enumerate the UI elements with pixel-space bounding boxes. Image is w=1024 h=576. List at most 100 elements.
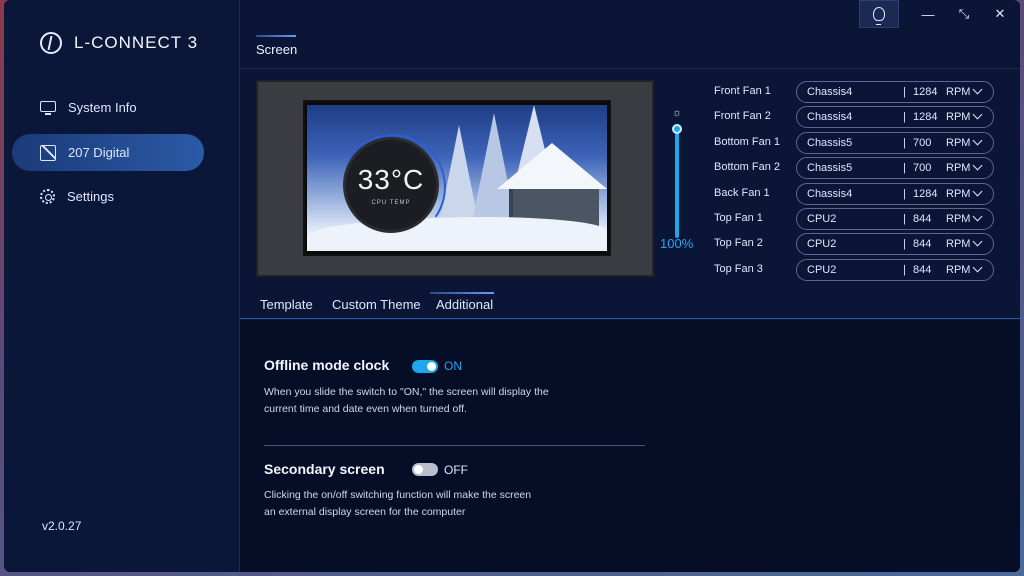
sidebar: L-CONNECT 3 System Info 207 Digital Sett… [4,0,240,572]
chevron-down-icon [972,135,983,146]
secondary-screen-toggle[interactable] [412,463,438,476]
description-line: an external display screen for the compu… [264,506,466,518]
fan-source-dropdown[interactable]: CPU2 | 844 RPM [796,233,994,256]
fan-label: Top Fan 1 [714,212,763,224]
screen-icon [40,144,56,161]
cpu-temp-gauge: 33°C CPU TEMP [331,125,455,249]
fan-source-dropdown[interactable]: CPU2 | 844 RPM [796,208,994,230]
chevron-down-icon [972,84,983,95]
tab-additional[interactable]: Additional [436,297,493,312]
additional-panel: Offline mode clock ON When you slide the… [240,320,1020,572]
chevron-down-icon [972,211,983,222]
brightness-slider-track[interactable] [675,128,679,238]
separator: | [903,263,906,276]
fan-rpm: 844 [913,238,932,251]
secondary-screen-description: Clicking the on/off switching function w… [264,487,584,521]
tab-indicator [430,292,494,294]
fan-source-dropdown[interactable]: Chassis4 | 1284 RPM [796,81,994,103]
fan-label: Top Fan 3 [714,262,763,275]
version-label: v2.0.27 [42,519,82,533]
divider [240,68,1020,69]
brightness-value: 100% [660,236,694,251]
fan-source: Chassis5 [807,136,853,149]
winter-scene-image: 33°C CPU TEMP [307,105,607,251]
fan-row: Bottom Fan 1 Chassis5 | 700 RPM [714,131,1014,154]
screen-preview[interactable]: 33°C CPU TEMP [256,80,654,277]
fan-row: Top Fan 3 CPU2 | 844 RPM [714,258,1014,281]
fan-row: Front Fan 2 Chassis4 | 1284 RPM [714,106,1014,129]
fan-source-dropdown[interactable]: Chassis5 | 700 RPM [796,157,994,180]
fan-rpm-unit: RPM [946,213,971,225]
chevron-down-icon [972,186,983,197]
lianli-logo-icon [40,32,62,54]
tab-screen[interactable]: Screen [256,42,297,57]
separator: | [903,111,906,124]
secondary-screen-title: Secondary screen [264,461,385,477]
fan-rpm-unit: RPM [946,263,971,276]
chevron-down-icon [972,160,983,171]
tab-template[interactable]: Template [260,297,313,312]
sidebar-item-system-info[interactable]: System Info [12,89,204,126]
chevron-down-icon [972,262,983,273]
separator: | [903,86,906,98]
brightness-slider-handle[interactable] [672,124,682,134]
separator: | [903,187,906,200]
fan-source-dropdown[interactable]: Chassis4 | 1284 RPM [796,182,994,205]
fan-label: Bottom Fan 1 [714,135,781,148]
fan-row: Top Fan 1 CPU2 | 844 RPM [714,208,1014,230]
fan-rpm-unit: RPM [946,187,971,200]
fan-source: Chassis4 [807,86,853,98]
fan-source: Chassis5 [807,162,853,175]
toggle-knob [427,362,436,371]
fan-rpm-unit: RPM [946,111,971,124]
subtab-bar: Template Custom Theme Additional [240,290,1020,320]
fan-label: Bottom Fan 2 [714,161,781,174]
fan-rpm: 1284 [913,187,938,200]
fan-rpm: 844 [913,263,932,276]
sidebar-item-label: Settings [67,189,114,204]
lcd-display: 33°C CPU TEMP [303,100,611,256]
fan-source-dropdown[interactable]: Chassis5 | 700 RPM [796,131,994,154]
fan-row: Bottom Fan 2 Chassis5 | 700 RPM [714,157,1014,180]
fan-rpm-unit: RPM [946,238,971,251]
brightness-icon: ☼ [672,107,683,119]
fan-source: Chassis4 [807,111,853,124]
separator: | [903,213,906,225]
chevron-down-icon [972,236,983,247]
fan-label: Top Fan 2 [714,237,763,250]
fan-label: Front Fan 1 [714,85,771,97]
monitor-icon [40,100,56,115]
divider [264,445,645,446]
fan-source: CPU2 [807,263,837,276]
main-content: Screen 33°C CPU TEMP ☼ 100% Front Fan 1 … [240,0,1020,572]
sidebar-item-label: System Info [68,100,137,115]
fan-rpm-unit: RPM [946,86,971,98]
offline-clock-title: Offline mode clock [264,357,390,373]
chevron-down-icon [972,109,983,120]
divider [240,318,1020,319]
fan-rpm: 844 [913,213,932,225]
tab-custom-theme[interactable]: Custom Theme [332,297,421,312]
fan-rpm: 700 [913,136,932,149]
fan-rpm-unit: RPM [946,136,971,149]
fan-rpm-unit: RPM [946,162,971,175]
fan-label: Back Fan 1 [714,186,770,199]
secondary-screen-state: OFF [444,463,468,477]
separator: | [903,238,906,251]
description-line: current time and date even when turned o… [264,403,467,415]
fan-source: CPU2 [807,238,837,251]
fan-source-dropdown[interactable]: CPU2 | 844 RPM [796,258,994,281]
sidebar-item-207-digital[interactable]: 207 Digital [12,134,204,171]
tab-indicator [256,35,296,37]
separator: | [903,162,906,175]
sidebar-item-label: 207 Digital [68,145,130,160]
sidebar-item-settings[interactable]: Settings [12,178,204,215]
fan-source-dropdown[interactable]: Chassis4 | 1284 RPM [796,106,994,129]
offline-clock-toggle[interactable] [412,360,438,373]
toggle-knob [414,465,423,474]
fan-rpm: 1284 [913,111,938,124]
separator: | [903,136,906,149]
fan-row: Top Fan 2 CPU2 | 844 RPM [714,233,1014,256]
app-title: L-CONNECT 3 [74,33,199,52]
offline-clock-state: ON [444,359,462,373]
